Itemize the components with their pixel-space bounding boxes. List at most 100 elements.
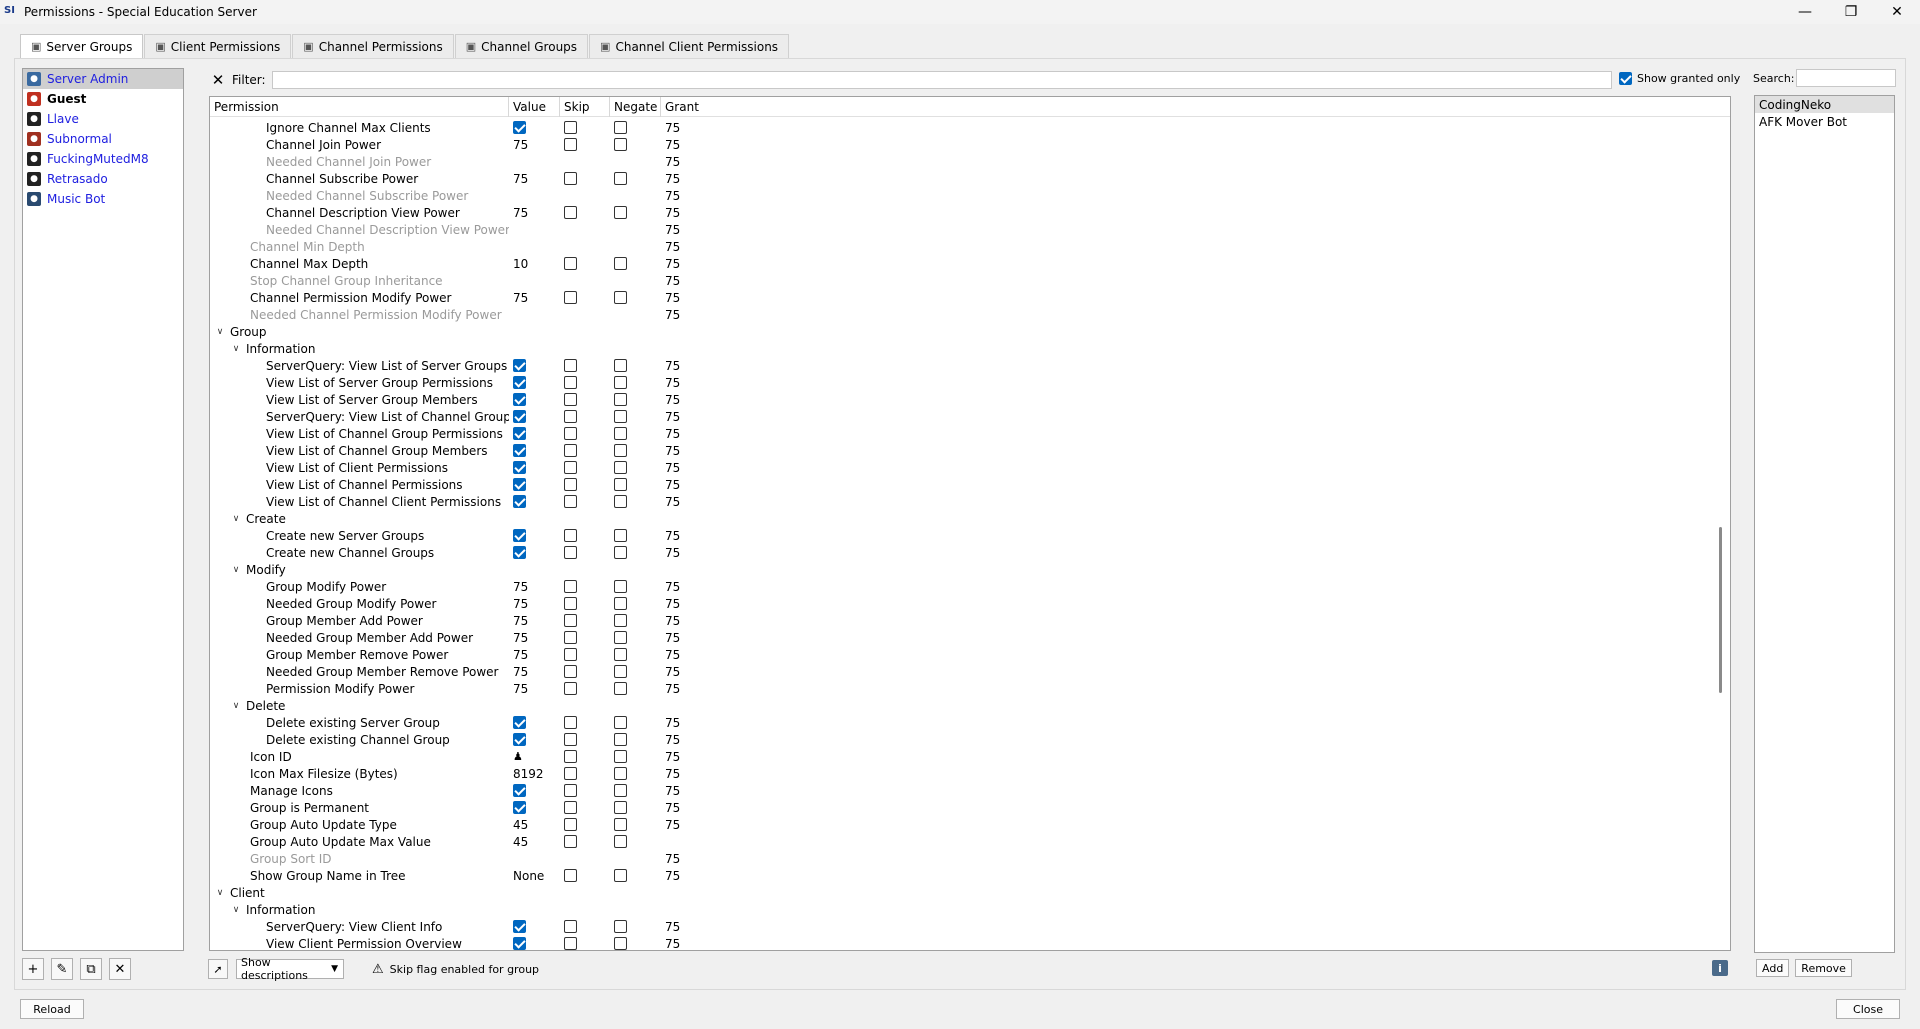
pick-permission-icon[interactable]: ➚ [208, 959, 228, 979]
permission-row[interactable]: View List of Channel Group Members 75 [210, 442, 1720, 459]
value-cell[interactable]: 75 [509, 631, 560, 645]
value-cell[interactable] [509, 444, 560, 457]
permission-row[interactable]: Icon Max Filesize (Bytes) 8192 75 [210, 765, 1720, 782]
skip-checkbox[interactable] [564, 818, 577, 831]
group-item[interactable]: ● Llave [23, 109, 183, 129]
value-cell[interactable]: 45 [509, 835, 560, 849]
negate-checkbox[interactable] [614, 410, 627, 423]
permission-row[interactable]: Icon ID ♟ 75 [210, 748, 1720, 765]
permission-row[interactable]: Create new Server Groups 75 [210, 527, 1720, 544]
permissions-tree[interactable]: Permission Value Skip Negate Grant Ignor… [209, 96, 1731, 951]
permission-row[interactable]: Channel Max Depth 10 75 [210, 255, 1720, 272]
negate-checkbox[interactable] [614, 138, 627, 151]
grant-cell[interactable]: 75 [661, 920, 721, 934]
negate-checkbox[interactable] [614, 801, 627, 814]
tab-channel-client-permissions[interactable]: ▣ Channel Client Permissions [589, 34, 790, 58]
negate-checkbox[interactable] [614, 665, 627, 678]
value-checkbox[interactable] [513, 529, 526, 542]
grant-cell[interactable]: 75 [661, 750, 721, 764]
clients-list[interactable]: CodingNeko AFK Mover Bot [1754, 95, 1895, 953]
negate-checkbox[interactable] [614, 121, 627, 134]
grant-cell[interactable]: 75 [661, 478, 721, 492]
value-checkbox[interactable] [513, 359, 526, 372]
negate-checkbox[interactable] [614, 393, 627, 406]
permission-row[interactable]: View List of Channel Group Permissions 75 [210, 425, 1720, 442]
skip-checkbox[interactable] [564, 121, 577, 134]
skip-checkbox[interactable] [564, 495, 577, 508]
expand-arrow-icon[interactable]: ∨ [230, 344, 242, 354]
category-row[interactable]: ∨ Delete [210, 697, 1720, 714]
skip-checkbox[interactable] [564, 138, 577, 151]
value-cell[interactable] [509, 733, 560, 746]
group-item[interactable]: ● Server Admin [23, 69, 183, 89]
value-cell[interactable]: 8192 [509, 767, 560, 781]
negate-checkbox[interactable] [614, 376, 627, 389]
negate-checkbox[interactable] [614, 818, 627, 831]
value-cell[interactable]: 75 [509, 665, 560, 679]
permission-row[interactable]: Delete existing Channel Group 75 [210, 731, 1720, 748]
permission-row[interactable]: View List of Channel Client Permissions 7… [210, 493, 1720, 510]
grant-cell[interactable]: 75 [661, 223, 721, 237]
column-skip[interactable]: Skip [560, 97, 610, 117]
value-cell[interactable] [509, 801, 560, 814]
grant-cell[interactable]: 75 [661, 631, 721, 645]
permission-row[interactable]: Group Auto Update Max Value 45 [210, 833, 1720, 850]
grant-cell[interactable]: 75 [661, 274, 721, 288]
show-granted-only-checkbox[interactable] [1619, 72, 1632, 85]
skip-checkbox[interactable] [564, 631, 577, 644]
value-cell[interactable] [509, 716, 560, 729]
permission-row[interactable]: Group Member Add Power 75 75 [210, 612, 1720, 629]
permission-row[interactable]: Group Member Remove Power 75 75 [210, 646, 1720, 663]
negate-checkbox[interactable] [614, 529, 627, 542]
skip-checkbox[interactable] [564, 716, 577, 729]
grant-cell[interactable]: 75 [661, 410, 721, 424]
grant-cell[interactable]: 75 [661, 257, 721, 271]
value-checkbox[interactable] [513, 546, 526, 559]
grant-cell[interactable]: 75 [661, 529, 721, 543]
skip-checkbox[interactable] [564, 172, 577, 185]
grant-cell[interactable]: 75 [661, 427, 721, 441]
permission-row[interactable]: Channel Permission Modify Power 75 75 [210, 289, 1720, 306]
grant-cell[interactable]: 75 [661, 716, 721, 730]
value-checkbox[interactable] [513, 716, 526, 729]
negate-checkbox[interactable] [614, 648, 627, 661]
negate-checkbox[interactable] [614, 869, 627, 882]
permission-row[interactable]: Needed Group Member Add Power 75 75 [210, 629, 1720, 646]
skip-checkbox[interactable] [564, 835, 577, 848]
skip-checkbox[interactable] [564, 733, 577, 746]
negate-checkbox[interactable] [614, 580, 627, 593]
category-row[interactable]: ∨ Group [210, 323, 1720, 340]
skip-checkbox[interactable] [564, 665, 577, 678]
permission-row[interactable]: Stop Channel Group Inheritance 75 [210, 272, 1720, 289]
value-checkbox[interactable] [513, 784, 526, 797]
permission-row[interactable]: Needed Group Member Remove Power 75 75 [210, 663, 1720, 680]
permission-row[interactable]: ServerQuery: View List of Server Groups 7… [210, 357, 1720, 374]
value-cell[interactable] [509, 529, 560, 542]
grant-cell[interactable]: 75 [661, 733, 721, 747]
value-cell[interactable]: 75 [509, 138, 560, 152]
negate-checkbox[interactable] [614, 784, 627, 797]
value-cell[interactable]: 75 [509, 614, 560, 628]
category-row[interactable]: ∨ Information [210, 901, 1720, 918]
skip-checkbox[interactable] [564, 291, 577, 304]
restore-icon[interactable]: ❐ [1828, 0, 1874, 24]
permission-row[interactable]: Channel Min Depth 75 [210, 238, 1720, 255]
skip-checkbox[interactable] [564, 546, 577, 559]
skip-checkbox[interactable] [564, 393, 577, 406]
skip-checkbox[interactable] [564, 461, 577, 474]
group-item[interactable]: ● Guest [23, 89, 183, 109]
grant-cell[interactable]: 75 [661, 461, 721, 475]
value-cell[interactable] [509, 393, 560, 406]
value-cell[interactable] [509, 478, 560, 491]
value-cell[interactable] [509, 784, 560, 797]
value-cell[interactable] [509, 937, 560, 950]
group-item[interactable]: ● Music Bot [23, 189, 183, 209]
tab-client-permissions[interactable]: ▣ Client Permissions [144, 34, 292, 58]
negate-checkbox[interactable] [614, 835, 627, 848]
negate-checkbox[interactable] [614, 444, 627, 457]
value-cell[interactable] [509, 121, 560, 134]
negate-checkbox[interactable] [614, 597, 627, 610]
value-cell[interactable] [509, 495, 560, 508]
minimize-icon[interactable]: — [1782, 0, 1828, 24]
grant-cell[interactable]: 75 [661, 682, 721, 696]
